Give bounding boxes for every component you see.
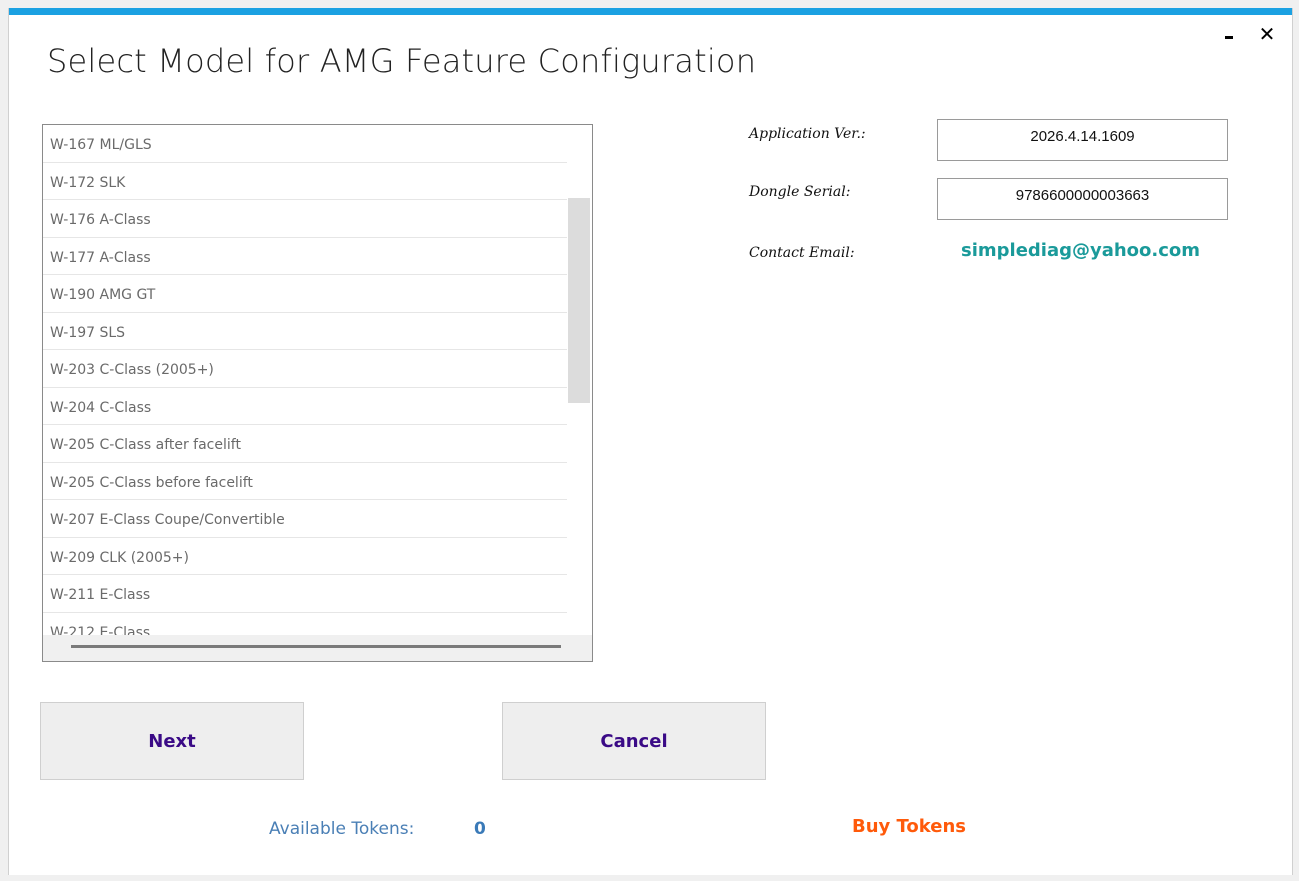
cancel-button[interactable]: Cancel [502,702,766,780]
list-item[interactable]: W-176 A-Class [43,200,567,238]
vertical-scrollbar[interactable] [567,125,592,635]
next-button[interactable]: Next [40,702,304,780]
list-item[interactable]: W-209 CLK (2005+) [43,538,567,575]
list-item[interactable]: W-197 SLS [43,313,567,350]
minimize-icon [1225,36,1233,39]
app-version-field: 2026.4.14.1609 [937,119,1228,161]
dongle-serial-label: Dongle Serial: [749,184,851,200]
list-item[interactable]: W-172 SLK [43,163,567,200]
title-accent-bar [9,8,1292,15]
close-button[interactable]: ✕ [1255,22,1279,46]
horizontal-scrollbar[interactable] [43,635,592,661]
model-listbox[interactable]: W-167 ML/GLS W-172 SLK W-176 A-Class W-1… [42,124,593,662]
main-window: ✕ Select Model for AMG Feature Configura… [8,8,1293,875]
contact-email-label: Contact Email: [749,245,855,261]
list-item[interactable]: W-205 C-Class after facelift [43,425,567,463]
close-icon: ✕ [1258,22,1276,46]
list-item[interactable]: W-204 C-Class [43,388,567,425]
model-list: W-167 ML/GLS W-172 SLK W-176 A-Class W-1… [43,125,567,650]
list-item[interactable]: W-167 ML/GLS [43,125,567,163]
list-item[interactable]: W-177 A-Class [43,238,567,275]
available-tokens-label: Available Tokens: [269,819,415,839]
list-item[interactable]: W-211 E-Class [43,575,567,613]
list-item[interactable]: W-190 AMG GT [43,275,567,313]
available-tokens-value: 0 [474,819,486,839]
contact-email-link[interactable]: simplediag@yahoo.com [961,240,1200,261]
dongle-serial-field: 9786600000003663 [937,178,1228,220]
horizontal-scroll-thumb[interactable] [71,645,561,648]
app-version-label: Application Ver.: [749,126,866,142]
list-item[interactable]: W-207 E-Class Coupe/Convertible [43,500,567,538]
list-item[interactable]: W-203 C-Class (2005+) [43,350,567,388]
list-item[interactable]: W-205 C-Class before facelift [43,463,567,500]
buy-tokens-link[interactable]: Buy Tokens [852,816,966,837]
minimize-button[interactable] [1218,22,1242,46]
page-title: Select Model for AMG Feature Configurati… [47,42,757,80]
vertical-scroll-thumb[interactable] [568,198,590,403]
